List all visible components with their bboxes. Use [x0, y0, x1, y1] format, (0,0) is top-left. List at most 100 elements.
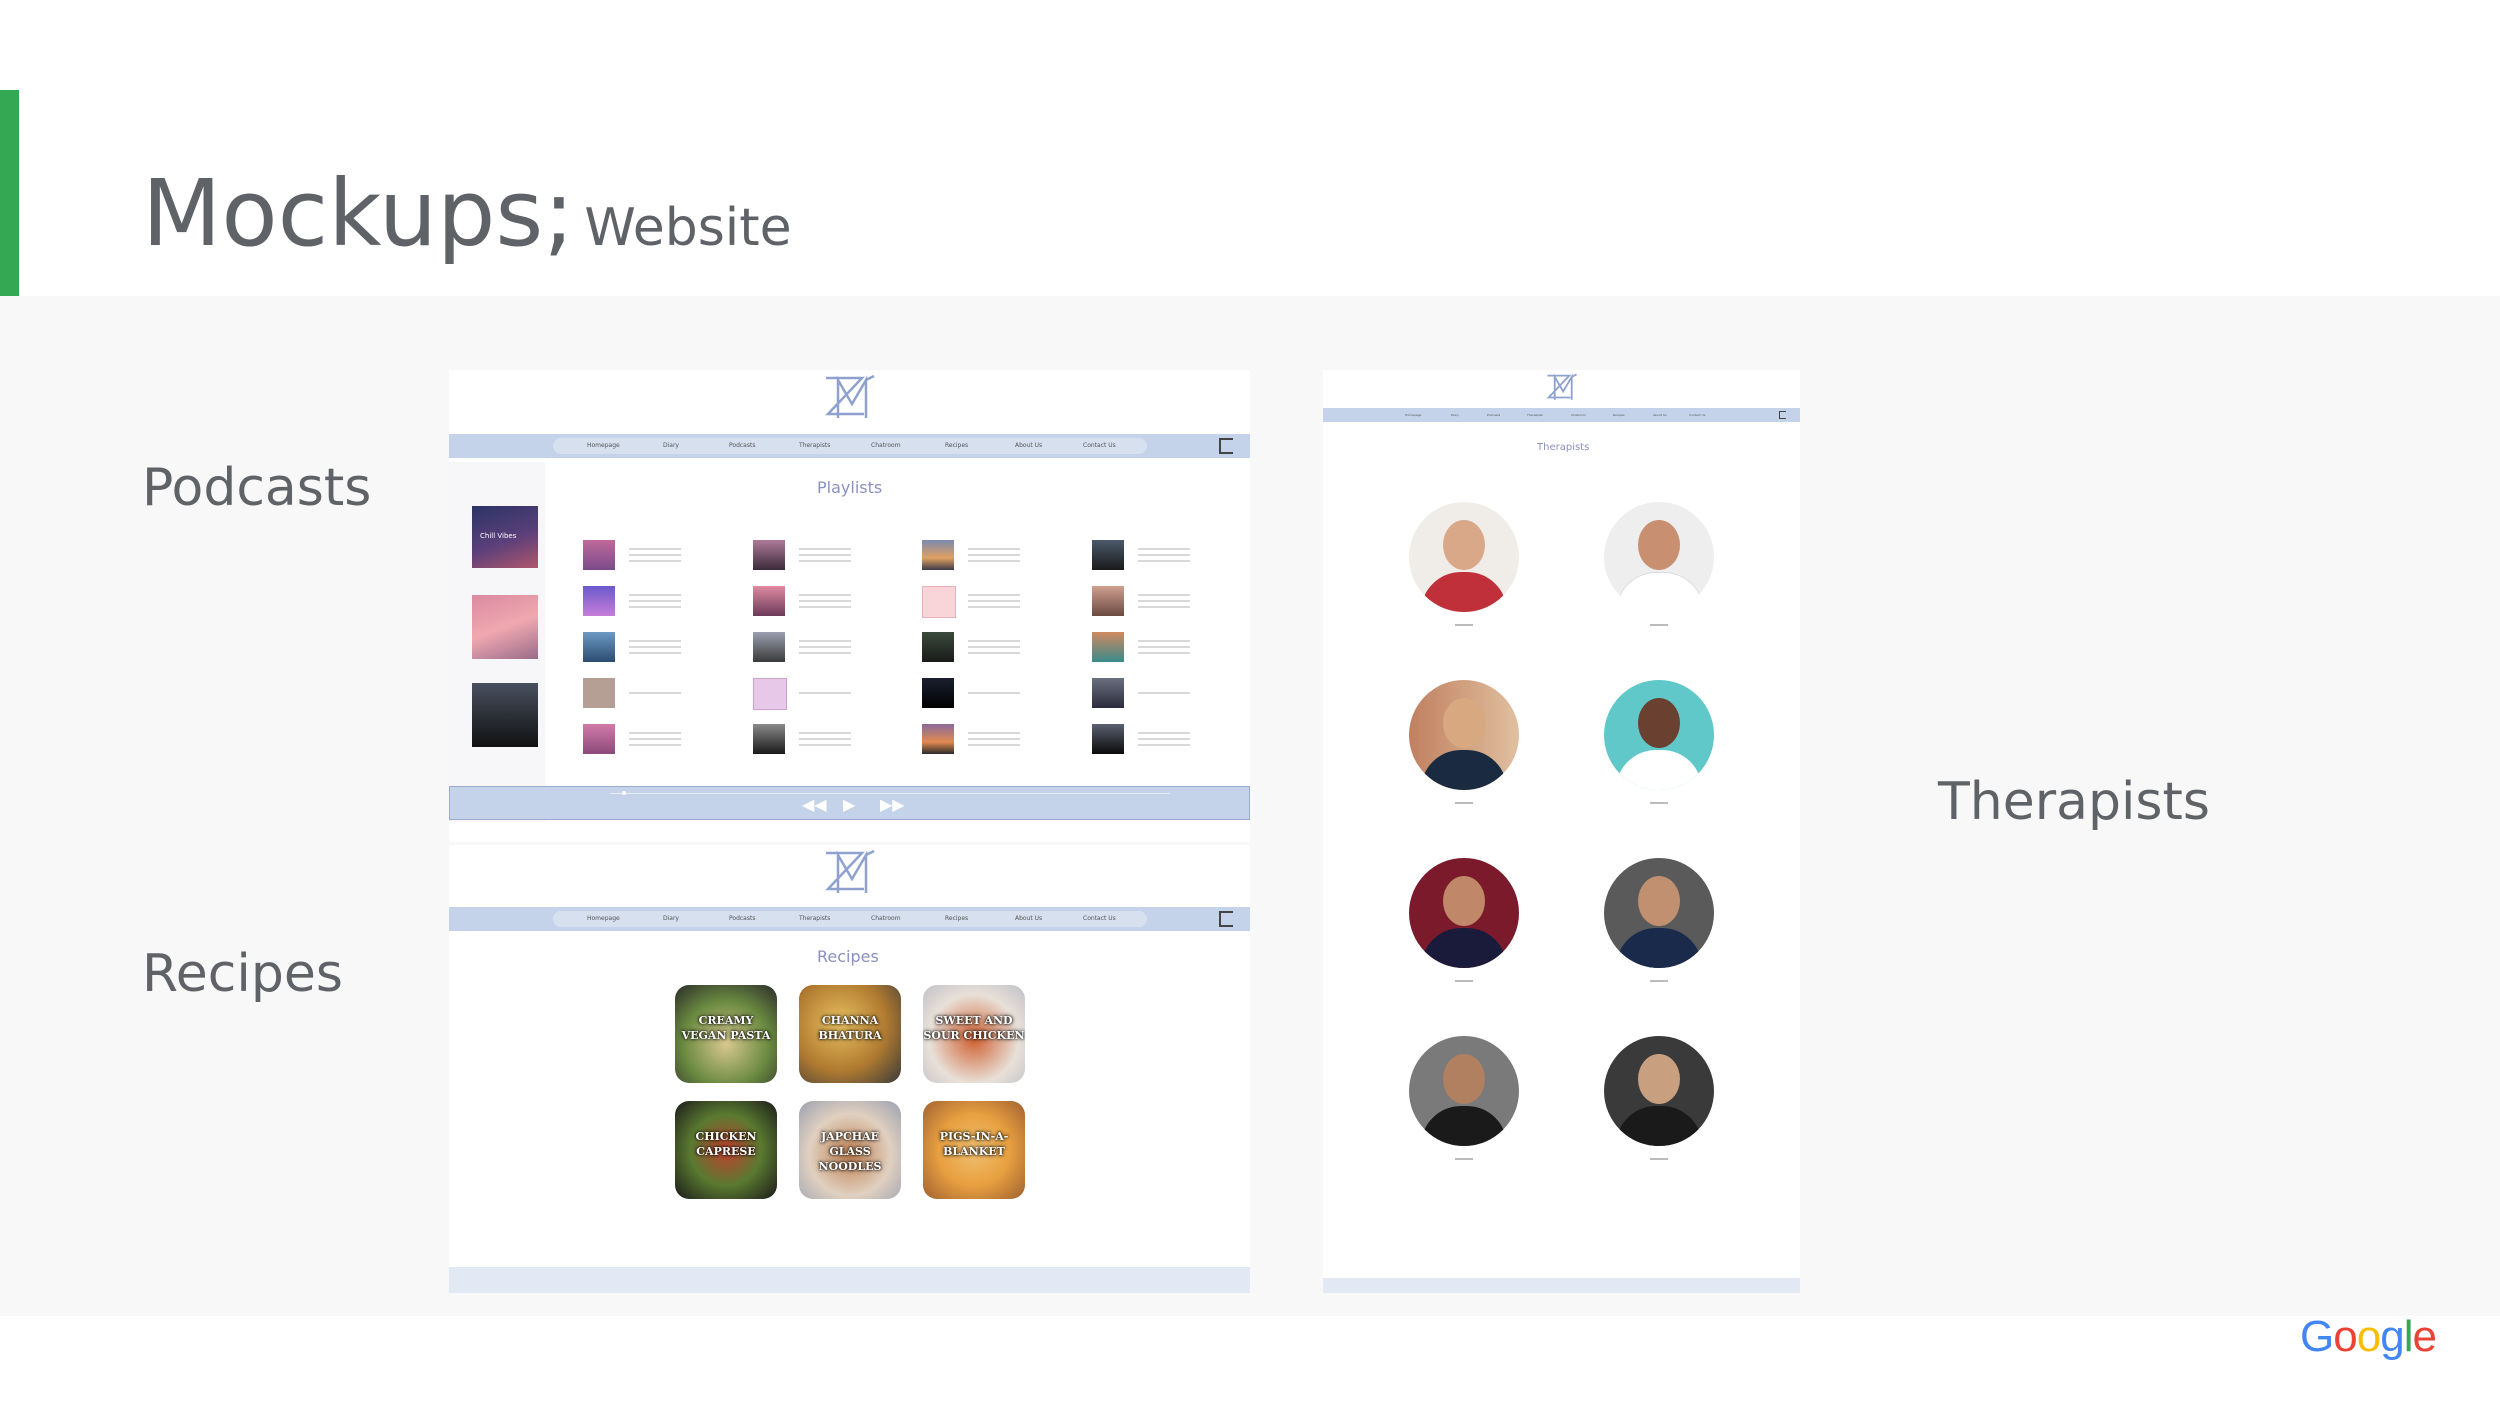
track-thumb[interactable]	[1092, 586, 1124, 616]
previous-icon[interactable]: ◀◀	[802, 797, 827, 813]
logo-icon[interactable]	[822, 374, 878, 426]
footer-bar	[449, 1267, 1250, 1293]
recipe-card-japchae-glass-noodles[interactable]: JAPCHAE GLASS NOODLES	[799, 1101, 901, 1199]
track-thumb[interactable]	[583, 724, 615, 754]
nav-about[interactable]: About Us	[1653, 408, 1667, 422]
recipe-card-channa-bhatura[interactable]: CHANNA BHATURA	[799, 985, 901, 1083]
logout-icon[interactable]	[1219, 438, 1233, 454]
recipe-title-line1: CHICKEN	[695, 1130, 757, 1143]
therapist-avatar[interactable]	[1604, 680, 1714, 790]
track-thumb[interactable]	[922, 724, 954, 754]
play-icon[interactable]: ▶	[843, 797, 855, 813]
therapist-caption	[1455, 1158, 1473, 1160]
nav-recipes[interactable]: Recipes	[945, 911, 968, 927]
nav-homepage[interactable]: Homepage	[1405, 408, 1421, 422]
nav-diary[interactable]: Diary	[663, 438, 679, 454]
recipe-card-chicken-caprese[interactable]: CHICKEN CAPRESE	[675, 1101, 777, 1199]
track-thumb[interactable]	[753, 724, 785, 754]
featured-playlist-3[interactable]	[472, 683, 538, 747]
recipe-title-line2: NOODLES	[818, 1160, 882, 1173]
therapist-avatar[interactable]	[1409, 680, 1519, 790]
nav-therapists[interactable]: Therapists	[799, 911, 830, 927]
nav-podcasts[interactable]: Podcasts	[729, 911, 755, 927]
track-thumb[interactable]	[1092, 678, 1124, 708]
nav-contact[interactable]: Contact Us	[1689, 408, 1705, 422]
nav-chatroom[interactable]: Chatroom	[1571, 408, 1586, 422]
recipe-card-creamy-vegan-pasta[interactable]: CREAMY VEGAN PASTA	[675, 985, 777, 1083]
recipe-title-line2: BLANKET	[943, 1145, 1005, 1158]
recipes-mockup: Homepage Diary Podcasts Therapists Chatr…	[449, 845, 1250, 1293]
track-thumb[interactable]	[1092, 632, 1124, 662]
section-title-recipes: Recipes	[817, 947, 879, 966]
track-thumb[interactable]	[922, 678, 954, 708]
therapist-avatar[interactable]	[1604, 858, 1714, 968]
slide-title-sub: Website	[584, 198, 792, 258]
progress-handle[interactable]	[622, 791, 626, 795]
track-thumb[interactable]	[922, 632, 954, 662]
nav-homepage[interactable]: Homepage	[587, 911, 620, 927]
nav-contact[interactable]: Contact Us	[1083, 438, 1116, 454]
track-lines	[629, 692, 681, 698]
next-icon[interactable]: ▶▶	[880, 797, 905, 813]
track-thumb[interactable]	[753, 540, 785, 570]
nav-therapists[interactable]: Therapists	[1527, 408, 1543, 422]
track-thumb[interactable]	[583, 632, 615, 662]
featured-playlist-2[interactable]	[472, 595, 538, 659]
track-thumb[interactable]	[753, 678, 787, 710]
track-lines	[968, 548, 1020, 566]
nav-diary[interactable]: Diary	[1451, 408, 1459, 422]
nav-about[interactable]: About Us	[1015, 911, 1042, 927]
nav-podcasts[interactable]: Podcasts	[1487, 408, 1500, 422]
recipe-title-line2: BHATURA	[818, 1029, 882, 1042]
logout-icon[interactable]	[1219, 911, 1233, 927]
track-lines	[799, 732, 851, 750]
nav-pill: Homepage Diary Podcasts Therapists Chatr…	[553, 438, 1147, 454]
progress-track[interactable]	[610, 793, 1170, 794]
logo-icon[interactable]	[822, 849, 878, 901]
track-thumb[interactable]	[583, 540, 615, 570]
nav-chatroom[interactable]: Chatroom	[871, 438, 901, 454]
nav-pill: Homepage Diary Podcasts Therapists Chatr…	[553, 911, 1147, 927]
track-thumb[interactable]	[753, 632, 785, 662]
nav-podcasts[interactable]: Podcasts	[729, 438, 755, 454]
nav-chatroom[interactable]: Chatroom	[871, 911, 901, 927]
track-thumb[interactable]	[1092, 540, 1124, 570]
therapist-caption	[1650, 1158, 1668, 1160]
track-lines	[799, 692, 851, 698]
recipe-card-pigs-in-a-blanket[interactable]: PIGS-IN-A- BLANKET	[923, 1101, 1025, 1199]
featured-playlist-1[interactable]: Chill Vibes	[472, 506, 538, 568]
track-thumb[interactable]	[922, 540, 954, 570]
section-title-therapists: Therapists	[1537, 442, 1590, 453]
google-logo: Google	[2300, 1312, 2437, 1362]
track-thumb[interactable]	[583, 586, 615, 616]
recipe-card-sweet-and-sour-chicken[interactable]: SWEET AND SOUR CHICKEN	[923, 985, 1025, 1083]
therapist-avatar[interactable]	[1409, 1036, 1519, 1146]
nav-bar: Homepage Diary Podcasts Therapists Chatr…	[449, 907, 1250, 931]
track-thumb[interactable]	[1092, 724, 1124, 754]
track-lines	[799, 640, 851, 658]
track-thumb[interactable]	[753, 586, 785, 616]
logout-icon[interactable]	[1779, 411, 1786, 419]
logo-icon[interactable]	[1545, 373, 1579, 405]
track-thumb[interactable]	[583, 678, 615, 708]
footer-bar	[1323, 1278, 1800, 1293]
track-lines	[799, 548, 851, 566]
nav-about[interactable]: About Us	[1015, 438, 1042, 454]
nav-therapists[interactable]: Therapists	[799, 438, 830, 454]
nav-contact[interactable]: Contact Us	[1083, 911, 1116, 927]
recipe-title-line2: VEGAN PASTA	[681, 1029, 771, 1042]
therapist-avatar[interactable]	[1604, 502, 1714, 612]
nav-homepage[interactable]: Homepage	[587, 438, 620, 454]
nav-diary[interactable]: Diary	[663, 911, 679, 927]
track-thumb[interactable]	[922, 586, 956, 618]
therapists-mockup: Homepage Diary Podcasts Therapists Chatr…	[1323, 370, 1800, 1293]
recipe-title-line2: CAPRESE	[696, 1145, 756, 1158]
therapist-avatar[interactable]	[1604, 1036, 1714, 1146]
nav-recipes[interactable]: Recipes	[945, 438, 968, 454]
therapist-caption	[1650, 624, 1668, 626]
nav-recipes[interactable]: Recipes	[1613, 408, 1625, 422]
track-lines	[629, 640, 681, 658]
therapist-caption	[1455, 980, 1473, 982]
therapist-avatar[interactable]	[1409, 502, 1519, 612]
therapist-avatar[interactable]	[1409, 858, 1519, 968]
